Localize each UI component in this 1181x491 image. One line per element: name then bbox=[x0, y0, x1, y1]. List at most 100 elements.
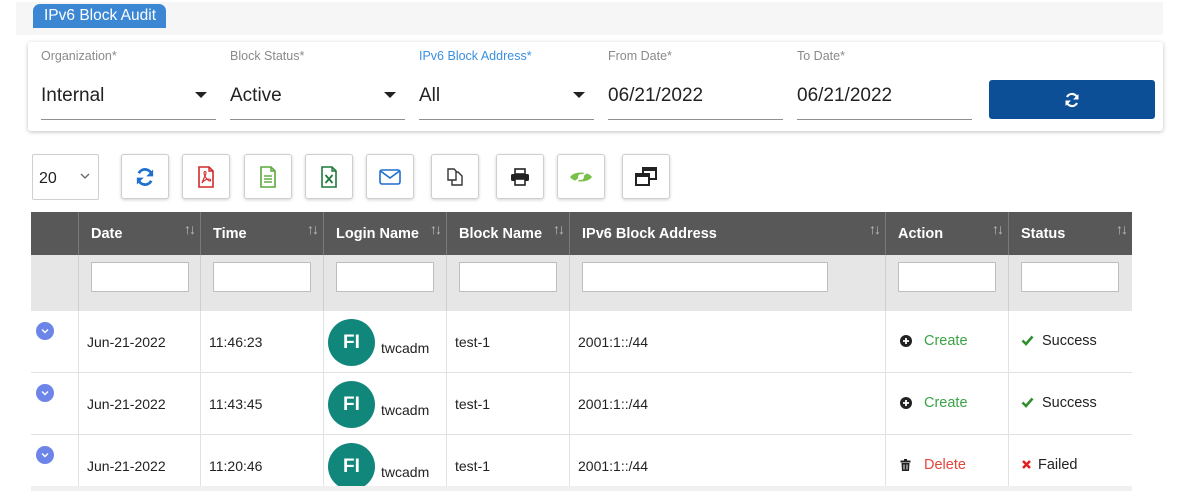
export-excel-button[interactable] bbox=[305, 154, 353, 199]
field-underline bbox=[230, 119, 405, 120]
time-filter-input[interactable] bbox=[213, 262, 311, 292]
pdf-icon bbox=[198, 165, 214, 188]
chevron-down-icon[interactable] bbox=[384, 92, 396, 98]
column-visibility-button[interactable] bbox=[557, 154, 605, 199]
from-date-field[interactable]: From Date* 06/21/2022 bbox=[608, 42, 783, 122]
header-time[interactable]: Time ↑↓ bbox=[200, 212, 323, 255]
to-date-field[interactable]: To Date* 06/21/2022 bbox=[797, 42, 972, 122]
header-label: IPv6 Block Address bbox=[582, 226, 717, 242]
date-filter-input[interactable] bbox=[91, 262, 189, 292]
email-button[interactable] bbox=[366, 154, 414, 199]
cell-action: Create bbox=[885, 311, 1008, 373]
ipv6-block-address-select[interactable]: IPv6 Block Address* All bbox=[419, 42, 594, 122]
filter-panel: Organization* Internal Block Status* Act… bbox=[28, 42, 1163, 131]
row-expander-cell bbox=[31, 435, 78, 491]
field-underline bbox=[41, 119, 216, 120]
from-date-value[interactable]: 06/21/2022 bbox=[608, 85, 703, 107]
chevron-down-icon[interactable] bbox=[573, 92, 585, 98]
refresh-button[interactable] bbox=[121, 154, 169, 199]
login-name-text: twcadm bbox=[381, 402, 430, 418]
header-label: Action bbox=[898, 226, 944, 242]
time-text: 11:46:23 bbox=[209, 334, 263, 350]
ipv6-address-filter-input[interactable] bbox=[582, 262, 828, 292]
avatar: FI bbox=[328, 319, 375, 366]
apply-refresh-button[interactable] bbox=[989, 80, 1155, 119]
block-name-text: test-1 bbox=[455, 396, 491, 412]
block-status-select[interactable]: Block Status* Active bbox=[230, 42, 405, 122]
chevron-down-icon bbox=[41, 391, 49, 396]
filter-cell-status bbox=[1008, 255, 1132, 311]
block-name-filter-input[interactable] bbox=[459, 262, 557, 292]
date-text: Jun-21-2022 bbox=[87, 334, 166, 350]
header-login-name[interactable]: Login Name ↑↓ bbox=[323, 212, 446, 255]
sort-icon[interactable]: ↑↓ bbox=[184, 221, 196, 237]
cell-login: FI twcadm bbox=[323, 311, 446, 373]
filter-cell-address bbox=[569, 255, 885, 311]
restore-layout-button[interactable] bbox=[622, 154, 670, 199]
copy-icon bbox=[447, 167, 463, 186]
cell-status: Success bbox=[1008, 311, 1132, 373]
to-date-value[interactable]: 06/21/2022 bbox=[797, 85, 892, 107]
sort-icon[interactable]: ↑↓ bbox=[869, 221, 881, 237]
plus-circle-icon bbox=[900, 397, 912, 409]
ipv6-block-address-value: All bbox=[419, 85, 441, 106]
expand-row-button[interactable] bbox=[36, 322, 54, 340]
check-icon bbox=[1021, 335, 1034, 346]
cell-address: 2001:1::/44 bbox=[569, 311, 885, 373]
chevron-down-icon bbox=[41, 329, 49, 334]
cell-action: Delete bbox=[885, 435, 1008, 491]
close-icon bbox=[1022, 460, 1031, 469]
header-action[interactable]: Action ↑↓ bbox=[885, 212, 1008, 255]
sort-icon[interactable]: ↑↓ bbox=[1116, 221, 1128, 237]
from-date-label: From Date* bbox=[608, 49, 672, 63]
sort-icon[interactable]: ↑↓ bbox=[430, 221, 442, 237]
sort-icon[interactable]: ↑↓ bbox=[307, 221, 319, 237]
table-row[interactable]: Jun-21-2022 11:46:23 FI twcadm test-1 20… bbox=[31, 311, 1132, 373]
action-filter-input[interactable] bbox=[898, 262, 996, 292]
export-pdf-button[interactable] bbox=[182, 154, 230, 199]
header-ipv6-block-address[interactable]: IPv6 Block Address ↑↓ bbox=[569, 212, 885, 255]
export-csv-button[interactable] bbox=[244, 154, 292, 199]
expand-row-button[interactable] bbox=[36, 384, 54, 402]
sort-icon[interactable]: ↑↓ bbox=[553, 221, 565, 237]
page-title-tab[interactable]: IPv6 Block Audit bbox=[33, 4, 167, 28]
cell-status: Failed bbox=[1008, 435, 1132, 491]
sort-icon[interactable]: ↑↓ bbox=[992, 221, 1004, 237]
chevron-down-icon bbox=[80, 173, 90, 179]
email-icon bbox=[379, 168, 401, 185]
organization-label: Organization* bbox=[41, 49, 117, 63]
organization-select[interactable]: Organization* Internal bbox=[41, 42, 216, 122]
print-button[interactable] bbox=[496, 154, 544, 199]
refresh-icon bbox=[136, 167, 154, 186]
time-text: 11:20:46 bbox=[209, 458, 263, 474]
check-icon bbox=[1021, 397, 1034, 408]
header-block-name[interactable]: Block Name ↑↓ bbox=[446, 212, 569, 255]
header-label: Login Name bbox=[336, 226, 419, 242]
chevron-down-icon[interactable] bbox=[195, 92, 207, 98]
page-size-select[interactable]: 20 bbox=[32, 154, 99, 200]
login-name-text: twcadm bbox=[381, 464, 430, 480]
to-date-label: To Date* bbox=[797, 49, 845, 63]
header-expander bbox=[31, 212, 78, 255]
print-icon bbox=[511, 167, 529, 186]
header-label: Status bbox=[1021, 226, 1066, 242]
table-row[interactable]: Jun-21-2022 11:20:46 FI twcadm test-1 20… bbox=[31, 435, 1132, 491]
time-text: 11:43:45 bbox=[209, 396, 263, 412]
login-name-filter-input[interactable] bbox=[336, 262, 434, 292]
status-label: Failed bbox=[1038, 457, 1078, 473]
header-date[interactable]: Date ↑↓ bbox=[78, 212, 200, 255]
status-filter-input[interactable] bbox=[1021, 262, 1119, 292]
copy-button[interactable] bbox=[431, 154, 479, 199]
cell-block-name: test-1 bbox=[446, 373, 569, 435]
expand-row-button[interactable] bbox=[36, 446, 54, 464]
status-label: Success bbox=[1042, 395, 1097, 411]
ipv6-address-text: 2001:1::/44 bbox=[578, 458, 649, 474]
cell-login: FI twcadm bbox=[323, 435, 446, 491]
field-underline bbox=[797, 119, 972, 120]
table-row[interactable]: Jun-21-2022 11:43:45 FI twcadm test-1 20… bbox=[31, 373, 1132, 435]
plus-circle-icon bbox=[900, 335, 912, 347]
avatar: FI bbox=[328, 381, 375, 428]
header-status[interactable]: Status ↑↓ bbox=[1008, 212, 1132, 255]
filter-cell-date bbox=[78, 255, 200, 311]
ipv6-block-address-label: IPv6 Block Address* bbox=[419, 49, 532, 63]
